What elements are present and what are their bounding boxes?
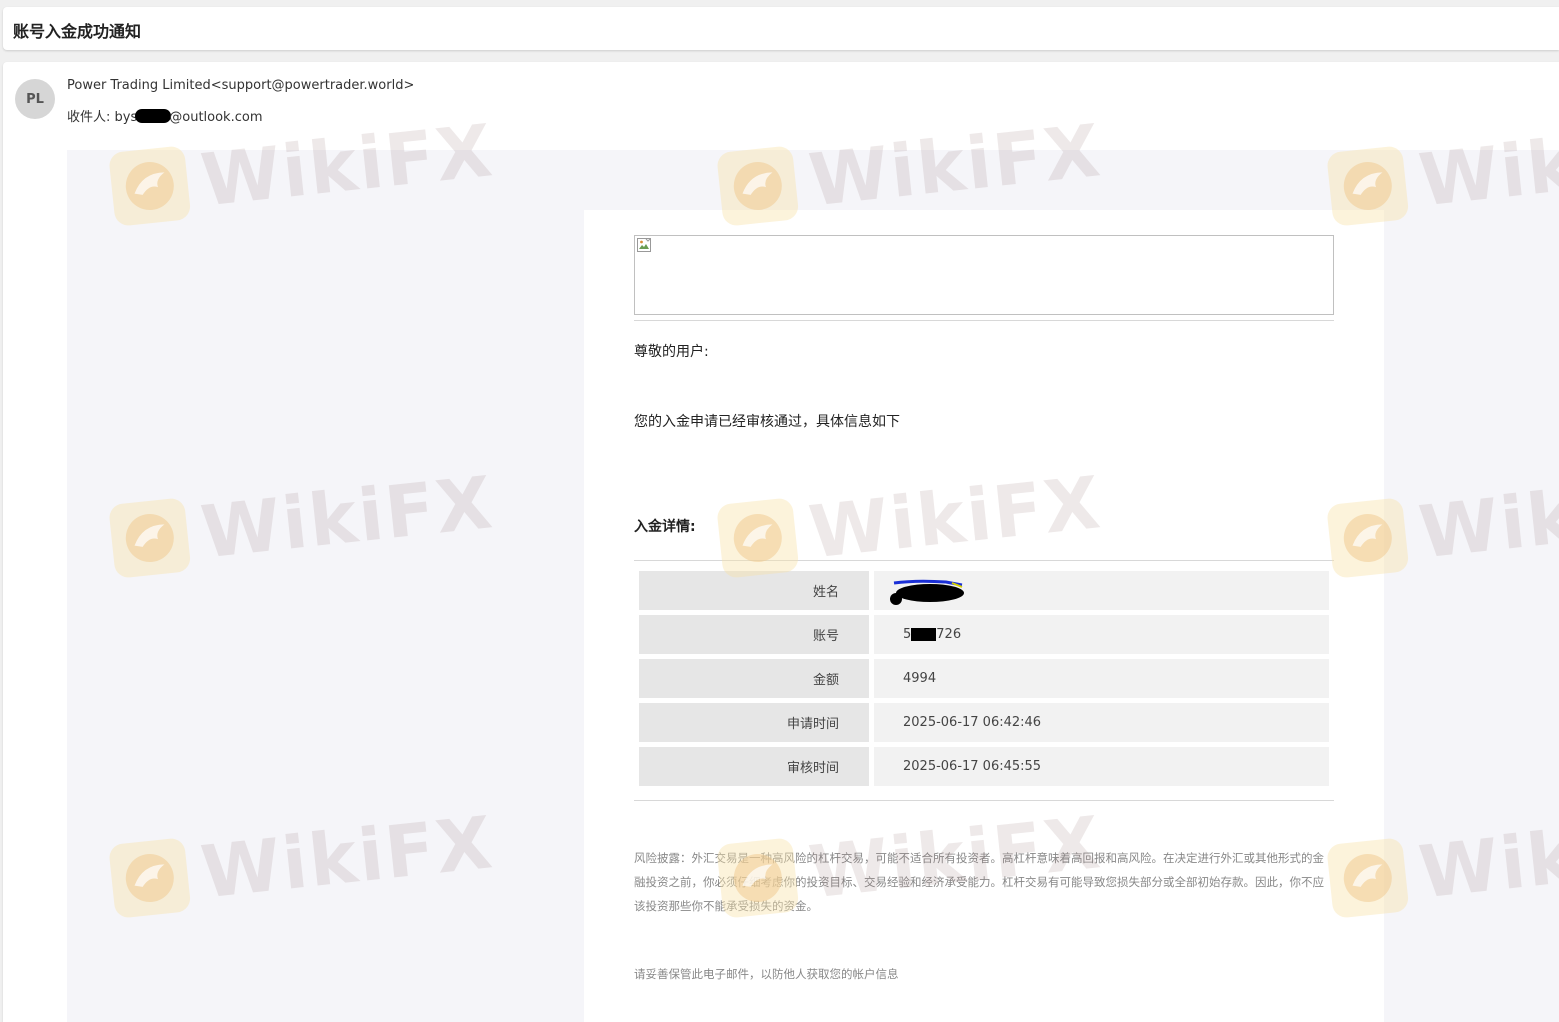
recipient-prefix: bys xyxy=(114,110,138,125)
redaction-mark xyxy=(135,109,172,123)
review-time-value: 2025-06-17 06:45:55 xyxy=(874,747,1329,786)
account-prefix: 5 xyxy=(903,627,912,642)
risk-disclaimer: 风险披露：外汇交易是一种高风险的杠杆交易，可能不适合所有投资者。高杠杆意味着高回… xyxy=(634,851,1324,913)
table-row: 账号 5 726 xyxy=(639,615,1329,654)
apply-time-label: 申请时间 xyxy=(639,703,869,742)
recipient-line[interactable]: 收件人: bys @outlook.com xyxy=(67,106,262,125)
redaction-scribble xyxy=(890,579,964,605)
divider xyxy=(634,320,1334,321)
account-suffix: 726 xyxy=(936,627,962,642)
table-row: 审核时间 2025-06-17 06:45:55 xyxy=(639,747,1329,786)
review-time-label: 审核时间 xyxy=(639,747,869,786)
account-label: 账号 xyxy=(639,615,869,654)
recipient-label: 收件人: xyxy=(67,110,111,125)
account-value: 5 726 xyxy=(874,615,1329,654)
divider xyxy=(634,800,1334,801)
table-row: 姓名 xyxy=(639,571,1329,610)
apply-time-value: 2025-06-17 06:42:46 xyxy=(874,703,1329,742)
details-heading: 入金详情: xyxy=(634,519,696,535)
table-row: 申请时间 2025-06-17 06:42:46 xyxy=(639,703,1329,742)
greeting-text: 尊敬的用户: xyxy=(634,344,709,360)
email-content-panel: 尊敬的用户: 您的入金申请已经审核通过，具体信息如下 入金详情: 姓名 账号 5… xyxy=(584,210,1384,1022)
mail-card: PL Power Trading Limited<support@powertr… xyxy=(3,62,1559,1022)
subject-bar: 账号入金成功通知 xyxy=(3,7,1559,50)
name-value xyxy=(874,571,1329,610)
deposit-details-table: 姓名 账号 5 726 金额 4994 申请时间 2025-06-17 06:4… xyxy=(639,571,1329,791)
intro-text: 您的入金申请已经审核通过，具体信息如下 xyxy=(634,414,900,430)
broken-image-icon xyxy=(637,238,651,252)
broken-logo-image xyxy=(634,235,1334,315)
footer-note: 请妥善保管此电子邮件，以防他人获取您的帐户信息 xyxy=(634,967,899,981)
email-body: 尊敬的用户: 您的入金申请已经审核通过，具体信息如下 入金详情: 姓名 账号 5… xyxy=(67,150,1559,1022)
sender-address[interactable]: Power Trading Limited<support@powertrade… xyxy=(67,78,414,93)
divider xyxy=(634,560,1334,561)
sender-avatar[interactable]: PL xyxy=(15,79,55,119)
amount-label: 金额 xyxy=(639,659,869,698)
name-label: 姓名 xyxy=(639,571,869,610)
amount-value: 4994 xyxy=(874,659,1329,698)
table-row: 金额 4994 xyxy=(639,659,1329,698)
recipient-suffix: @outlook.com xyxy=(169,110,263,125)
email-subject: 账号入金成功通知 xyxy=(13,22,142,41)
redaction-mark xyxy=(911,628,937,641)
